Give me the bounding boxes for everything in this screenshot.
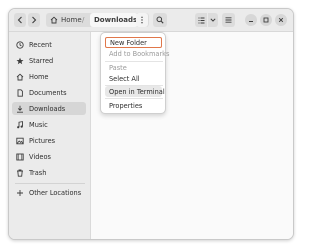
breadcrumb-home-label: Home <box>61 16 82 24</box>
back-button[interactable] <box>14 13 26 27</box>
plus-icon <box>16 189 24 197</box>
list-view-icon <box>198 17 204 23</box>
close-button[interactable] <box>275 14 287 26</box>
star-icon <box>16 57 24 65</box>
vertical-ellipsis-icon <box>141 16 143 24</box>
hamburger-icon <box>225 17 232 23</box>
sidebar-item-label: Documents <box>29 88 67 97</box>
view-toggle-button[interactable] <box>195 13 207 27</box>
sidebar-item-label: Trash <box>29 168 47 177</box>
home-icon <box>50 16 58 24</box>
chevron-left-icon <box>17 16 22 24</box>
menu-separator <box>105 98 163 99</box>
sidebar-divider <box>15 183 85 184</box>
video-icon <box>16 153 24 161</box>
sidebar-item-label: Videos <box>29 152 51 161</box>
chevron-down-icon <box>210 18 216 22</box>
menu-item-paste: Paste <box>109 63 127 72</box>
sidebar-item-label: Downloads <box>29 104 66 113</box>
context-menu: New Folder Add to Bookmarks Paste Select… <box>100 32 170 114</box>
sidebar-item-recent[interactable]: Recent <box>12 38 86 51</box>
path-bar: Home / Downloads <box>46 13 149 27</box>
sidebar-item-label: Pictures <box>29 136 56 145</box>
menu-item-add-to-bookmarks: Add to Bookmarks <box>109 49 170 58</box>
music-icon <box>16 120 24 129</box>
breadcrumb-separator: / <box>82 16 85 24</box>
maximize-icon <box>263 17 269 23</box>
sidebar-item-pictures[interactable]: Pictures <box>12 134 86 147</box>
menu-item-properties[interactable]: Properties <box>105 100 162 111</box>
sidebar-item-label: Home <box>29 72 49 81</box>
sidebar-item-label: Music <box>29 120 48 129</box>
search-button[interactable] <box>153 13 167 27</box>
document-icon <box>16 88 24 97</box>
sidebar-item-documents[interactable]: Documents <box>12 86 86 99</box>
sidebar-item-label: Starred <box>29 56 54 65</box>
menu-item-new-folder[interactable]: New Folder <box>105 37 162 48</box>
sidebar-item-home[interactable]: Home <box>12 70 86 83</box>
sidebar-item-label: Recent <box>29 40 52 49</box>
menu-item-select-all[interactable]: Select All <box>105 73 162 84</box>
sidebar-item-music[interactable]: Music <box>12 118 86 131</box>
breadcrumb-home[interactable]: Home <box>50 13 82 27</box>
sidebar-item-videos[interactable]: Videos <box>12 150 86 163</box>
view-options-button[interactable] <box>208 13 218 27</box>
sidebar-item-other-locations[interactable]: Other Locations <box>12 186 86 199</box>
sidebar-item-label: Other Locations <box>29 188 82 197</box>
sidebar-item-starred[interactable]: Starred <box>12 54 86 67</box>
clock-icon <box>16 40 24 49</box>
sidebar: Recent Starred Home Documents Downloads … <box>9 32 91 239</box>
search-icon <box>156 16 164 24</box>
download-icon <box>16 105 24 113</box>
close-icon <box>278 17 284 23</box>
trash-icon <box>16 169 24 177</box>
forward-button[interactable] <box>28 13 40 27</box>
path-menu-button[interactable] <box>136 13 148 27</box>
picture-icon <box>16 137 24 145</box>
breadcrumb-current[interactable]: Downloads <box>90 13 138 27</box>
main-menu-button[interactable] <box>222 13 235 27</box>
sidebar-item-trash[interactable]: Trash <box>12 166 86 179</box>
menu-item-open-in-terminal[interactable]: Open in Terminal <box>105 86 165 97</box>
home-icon <box>16 73 24 81</box>
chevron-right-icon <box>32 16 37 24</box>
minimize-button[interactable] <box>245 14 257 26</box>
minimize-icon <box>249 21 253 22</box>
maximize-button[interactable] <box>260 14 272 26</box>
sidebar-item-downloads[interactable]: Downloads <box>12 102 86 115</box>
header-bar: Home / Downloads <box>9 9 293 32</box>
